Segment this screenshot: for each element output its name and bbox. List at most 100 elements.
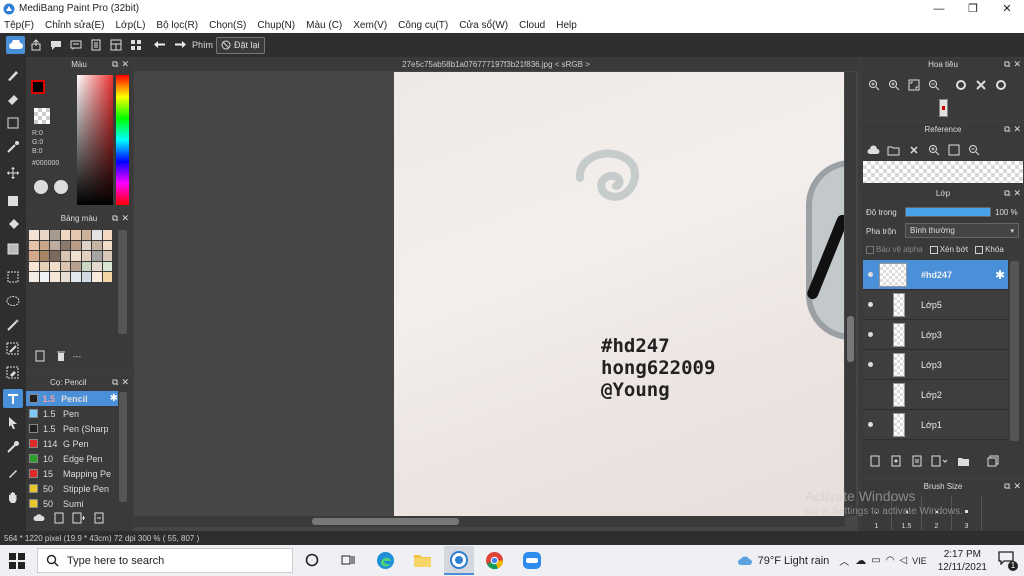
alpha-protect-checkbox[interactable]: Bảo vệ alpha [866,245,923,254]
document-tab[interactable]: 27e5c75ab58b1a076777197f3b21f836.jpg < s… [134,57,858,71]
color-wheel-button[interactable] [34,180,48,194]
tool-brush[interactable] [3,65,23,84]
layer-visibility-toggle[interactable] [863,422,877,427]
menu-tools[interactable]: Công cụ(T) [398,20,448,31]
horizontal-scroll-thumb[interactable] [312,518,459,525]
reference-zoom-in-button[interactable] [925,142,942,159]
rotate-right-button[interactable] [992,77,1009,94]
menu-color[interactable]: Màu (C) [306,20,342,31]
color-swatch[interactable] [92,251,102,261]
onedrive-icon[interactable]: ☁ [855,554,866,567]
redo-button[interactable] [170,36,189,54]
layer-item[interactable]: Lớp3 [863,350,1008,380]
layer-item[interactable]: Lớp1 [863,410,1008,440]
menu-select[interactable]: Chọn(S) [209,20,246,31]
brush-settings-gear-icon[interactable]: ✱ [110,393,118,404]
file-explorer-button[interactable] [413,552,432,571]
menu-filter[interactable]: Bộ lọc(R) [156,20,198,31]
transparent-color[interactable] [34,108,50,124]
brush-cloud-button[interactable] [30,510,47,527]
color-swatch[interactable] [50,251,60,261]
horizontal-scrollbar[interactable] [134,516,845,527]
tool-magic-wand[interactable] [3,315,23,334]
tool-select-eraser[interactable] [3,363,23,382]
color-swatch[interactable] [81,230,91,240]
opacity-slider[interactable] [905,207,991,217]
color-swatch[interactable] [92,230,102,240]
delete-swatch-button[interactable] [52,348,69,365]
color-swatch[interactable] [39,261,49,271]
color-swatch[interactable] [29,240,39,250]
color-swatch[interactable] [50,272,60,282]
tool-select[interactable] [3,267,23,286]
chrome-app-button[interactable] [485,551,504,573]
brush-new-button[interactable] [50,510,67,527]
color-swatch[interactable] [81,261,91,271]
tool-fill-rect[interactable] [3,191,23,210]
panel-close-icon[interactable]: ✕ [121,377,129,388]
color-swatch[interactable] [60,272,70,282]
tool-pen-blur[interactable] [3,463,23,482]
lock-checkbox[interactable]: Khóa [975,245,1004,254]
reference-canvas[interactable] [863,161,1023,183]
layout-button[interactable] [106,36,125,54]
rotate-left-button[interactable] [952,77,969,94]
taskbar-search-input[interactable]: Type here to search [37,548,293,573]
color-swatch[interactable] [92,261,102,271]
layer-item[interactable]: Lớp3 [863,320,1008,350]
reference-fit-button[interactable] [945,142,962,159]
color-swatch[interactable] [81,251,91,261]
panel-popout-icon[interactable]: ⧉ [1004,188,1010,199]
panel-popout-icon[interactable]: ⧉ [1004,481,1010,492]
color-swatch[interactable] [60,251,70,261]
grid-button[interactable] [126,36,145,54]
color-swatch[interactable] [71,230,81,240]
color-swatch[interactable] [81,240,91,250]
clock[interactable]: 2:17 PM 12/11/2021 [938,548,987,574]
panel-popout-icon[interactable]: ⧉ [112,377,118,388]
tool-bucket[interactable] [3,215,23,234]
navigator-thumbnail[interactable] [939,99,948,117]
layer-settings-gear-icon[interactable]: ✱ [995,268,1005,282]
brush-item[interactable]: 114 G Pen [26,436,118,451]
color-swatch[interactable] [102,272,112,282]
share-button[interactable] [26,36,45,54]
zoom-in-button[interactable] [865,77,882,94]
reference-open-button[interactable] [885,142,902,159]
volume-icon[interactable]: ◁ [899,555,907,566]
layer-item[interactable]: #hd247 ✱ [863,260,1008,290]
tool-gradient[interactable] [3,239,23,258]
color-swatch[interactable] [92,272,102,282]
panel-close-icon[interactable]: ✕ [121,213,129,224]
panel-close-icon[interactable]: ✕ [1013,59,1021,70]
menu-cloud[interactable]: Cloud [519,20,545,31]
color-swatch[interactable] [39,240,49,250]
edge-app-button[interactable] [376,551,395,573]
tool-lasso[interactable] [3,291,23,310]
tool-move[interactable] [3,163,23,182]
brush-item[interactable]: 50 Stipple Pen [26,481,118,496]
chevron-up-icon[interactable]: ︿ [839,553,849,568]
reference-zoom-out-button[interactable] [965,142,982,159]
minimize-button[interactable]: — [922,0,956,17]
color-swatch[interactable] [39,230,49,240]
color-swatch[interactable] [29,272,39,282]
cloud-button[interactable] [6,36,25,54]
color-swatch[interactable] [29,261,39,271]
color-swatch[interactable] [60,240,70,250]
cortana-button[interactable] [305,553,319,570]
new-8bit-layer-button[interactable] [908,453,925,470]
start-button[interactable] [9,553,25,569]
reset-button[interactable]: Đặt lại [216,36,265,54]
color-swatch[interactable] [29,230,39,240]
medibang-app-button[interactable] [444,546,474,575]
hue-slider[interactable] [116,75,129,205]
duplicate-layer-button[interactable] [984,453,1001,470]
panel-popout-icon[interactable]: ⧉ [1004,124,1010,135]
zoom-in-alt-button[interactable] [885,77,902,94]
brush-item[interactable]: 1.5 Pen (Sharp [26,421,118,436]
color-swatch[interactable] [60,230,70,240]
menu-layer[interactable]: Lớp(L) [116,20,146,31]
color-swatch[interactable] [60,261,70,271]
reset-rotation-button[interactable] [972,77,989,94]
